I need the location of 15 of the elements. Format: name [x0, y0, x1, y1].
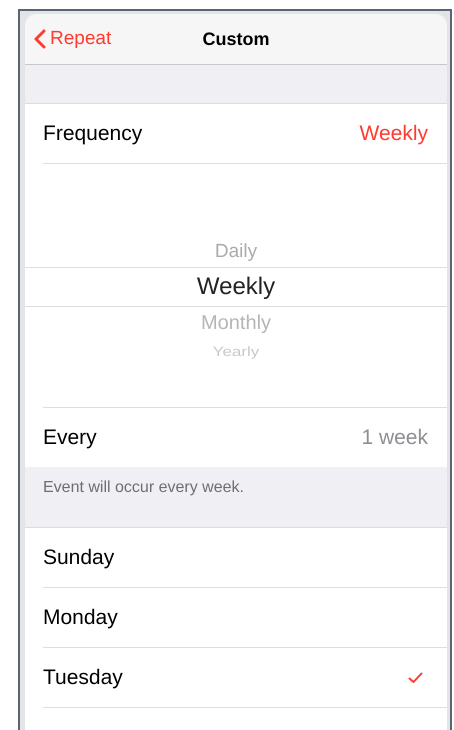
- back-button[interactable]: Repeat: [34, 28, 112, 50]
- checkmark-icon: [408, 672, 423, 684]
- picker-option[interactable]: Weekly: [196, 273, 276, 301]
- day-row[interactable]: Monday: [25, 588, 447, 647]
- frequency-label: Frequency: [43, 122, 142, 146]
- day-row[interactable]: Sunday: [25, 528, 447, 587]
- footer-note: Event will occur every week.: [43, 479, 244, 496]
- day-row[interactable]: Tuesday: [25, 648, 447, 707]
- frequency-value[interactable]: Weekly: [360, 122, 428, 146]
- picker-option[interactable]: Daily: [214, 240, 258, 262]
- every-value[interactable]: 1 week: [361, 426, 428, 450]
- chevron-left-icon: [34, 29, 46, 49]
- every-label: Every: [43, 426, 97, 450]
- picker-option[interactable]: Monthly: [200, 312, 272, 334]
- nav-title: Custom: [202, 28, 270, 48]
